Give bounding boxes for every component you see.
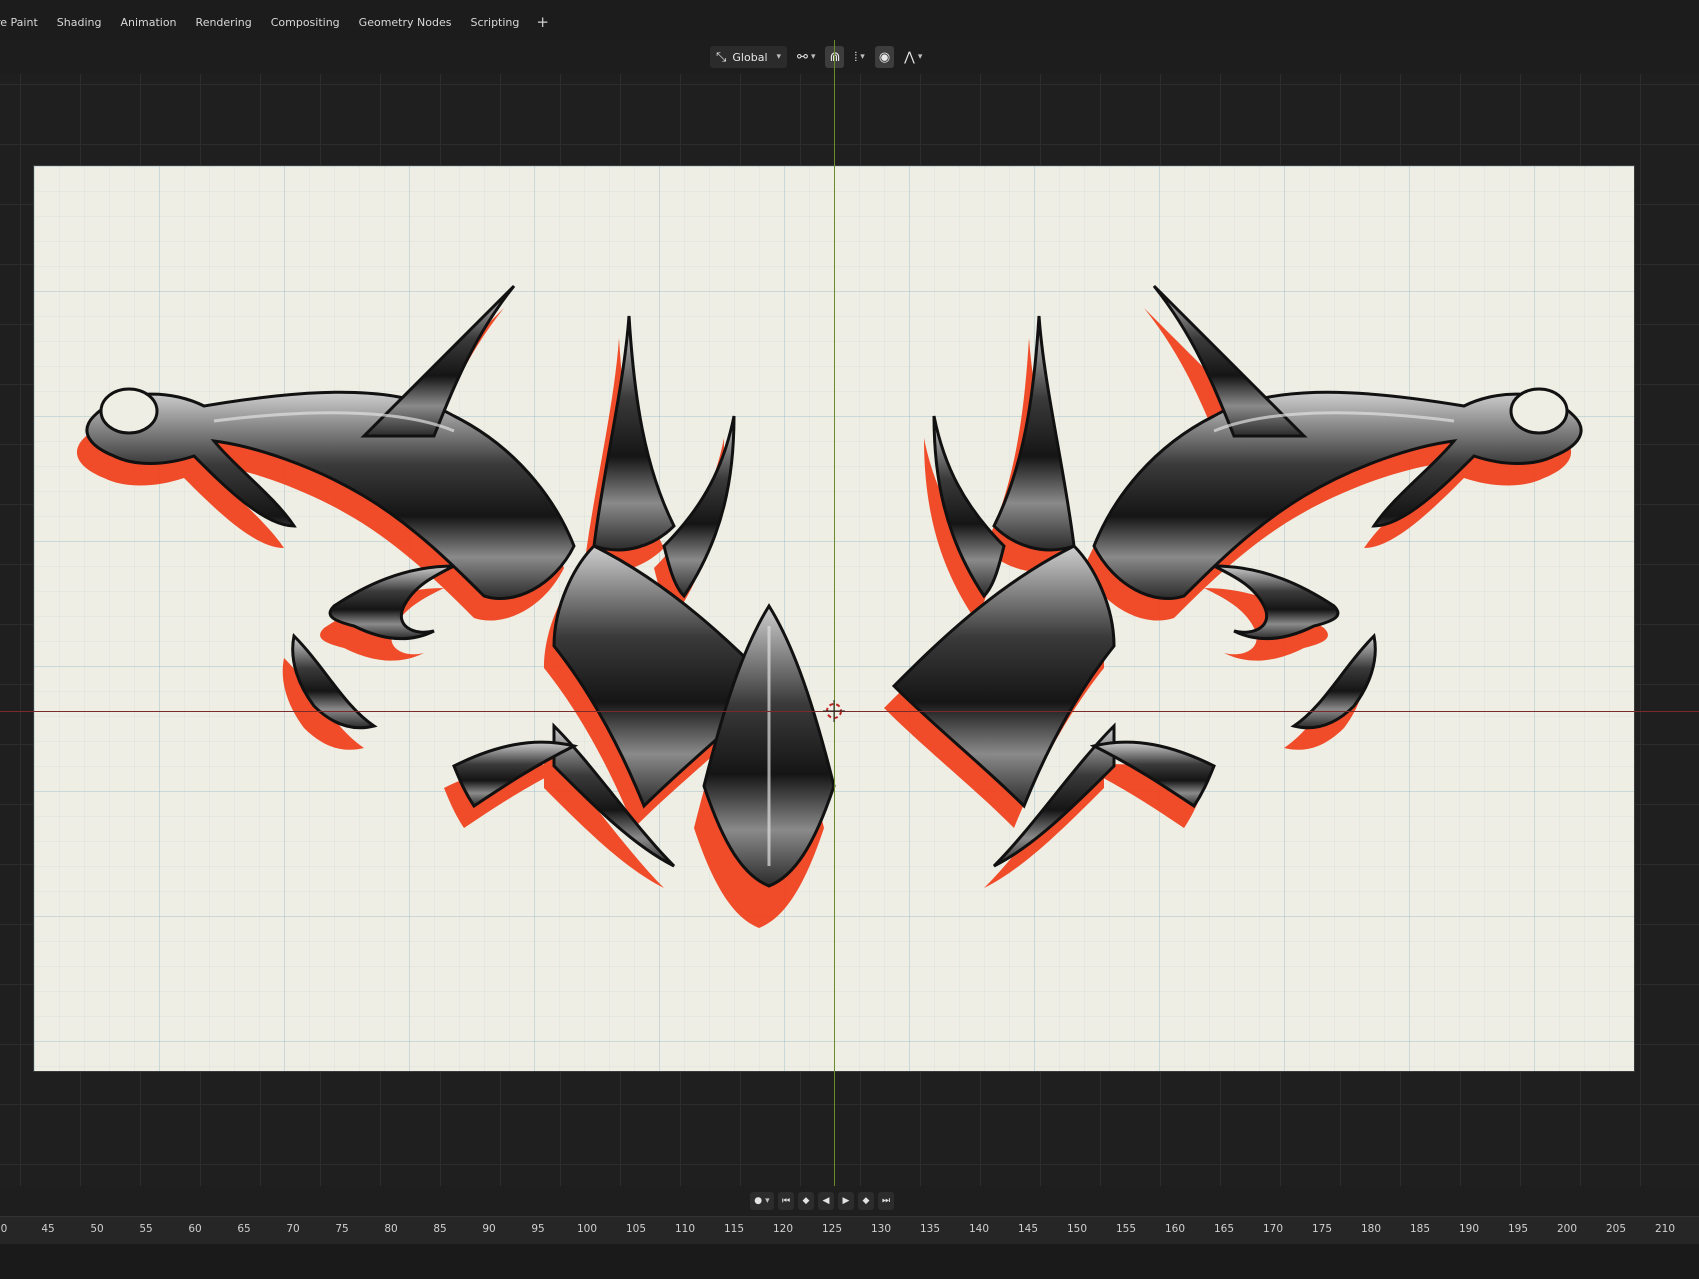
timeline-area[interactable]: [0, 1244, 1699, 1279]
chevron-down-icon: ▾: [776, 52, 782, 62]
frame-tick-label: 60: [188, 1223, 202, 1235]
workspace-tabs: re Paint Shading Animation Rendering Composi…: [0, 10, 549, 34]
proportional-edit-toggle[interactable]: ◉: [874, 46, 895, 68]
next-keyframe-icon[interactable]: ◆: [858, 1192, 874, 1210]
snap-target-dropdown[interactable]: ⦙ ▾: [850, 46, 868, 68]
frame-tick-label: 140: [968, 1223, 990, 1235]
workspace-tab[interactable]: Compositing: [271, 16, 340, 29]
transform-orientation-dropdown[interactable]: ⤡ Global ▾: [710, 46, 788, 68]
frame-tick-label: 105: [625, 1223, 647, 1235]
workspace-tab[interactable]: Geometry Nodes: [359, 16, 452, 29]
frame-tick-label: 180: [1360, 1223, 1382, 1235]
frame-tick-label: 65: [237, 1223, 251, 1235]
frame-tick-label: 155: [1115, 1223, 1137, 1235]
frame-tick-label: 75: [335, 1223, 349, 1235]
chevron-down-icon: ▾: [810, 52, 816, 62]
frame-tick-label: 175: [1311, 1223, 1333, 1235]
workspace-tab[interactable]: re Paint: [0, 16, 38, 29]
frame-tick-label: 150: [1066, 1223, 1088, 1235]
frame-tick-label: 90: [482, 1223, 496, 1235]
chevron-down-icon: ▾: [860, 52, 865, 62]
link-pivot-icon: ⚯: [797, 49, 808, 65]
frame-tick-label: 200: [1556, 1223, 1578, 1235]
playback-controls: ● ▾ ⏮ ◆ ◀ ▶ ◆ ⏭: [750, 1190, 894, 1212]
frame-tick-label: 125: [821, 1223, 843, 1235]
frame-tick-label: 130: [870, 1223, 892, 1235]
playback-bar: ● ▾ ⏮ ◆ ◀ ▶ ◆ ⏭: [0, 1186, 1699, 1216]
frame-tick-label: 85: [433, 1223, 447, 1235]
falloff-dropdown[interactable]: ⋀ ▾: [900, 46, 926, 68]
falloff-curve-icon: ⋀: [904, 49, 915, 65]
viewport-header: ⤡ Global ▾ ⚯ ▾ ⋒ ⦙ ▾ ◉ ⋀ ▾: [0, 40, 1699, 74]
frame-tick-label: 100: [576, 1223, 598, 1235]
record-icon[interactable]: ● ▾: [750, 1192, 774, 1210]
snap-increment-icon: ⦙: [854, 49, 858, 65]
transform-orientation-icon: ⤡: [716, 49, 727, 65]
frame-tick-label: 55: [139, 1223, 153, 1235]
orientation-label: Global: [732, 50, 768, 64]
frame-tick-label: 135: [919, 1223, 941, 1235]
x-axis-line: [0, 711, 1699, 712]
frame-tick-label: 185: [1409, 1223, 1431, 1235]
workspace-tab[interactable]: Rendering: [196, 16, 252, 29]
frame-tick-label: 205: [1605, 1223, 1627, 1235]
frame-tick-label: 80: [384, 1223, 398, 1235]
play-reverse-icon[interactable]: ◀: [818, 1192, 834, 1210]
3d-cursor-icon[interactable]: [823, 700, 845, 722]
proportional-edit-icon: ◉: [878, 49, 891, 65]
frame-tick-label: 0: [0, 1223, 8, 1235]
frame-tick-label: 210: [1654, 1223, 1676, 1235]
frame-ruler[interactable]: 0 45 50 55 60 65 70 75 80 85 90 95 100 105 110 115 120 12…: [0, 1216, 1699, 1245]
frame-tick-label: 45: [41, 1223, 55, 1235]
frame-tick-label: 160: [1164, 1223, 1186, 1235]
jump-end-icon[interactable]: ⏭: [878, 1192, 894, 1210]
jump-start-icon[interactable]: ⏮: [778, 1192, 794, 1210]
workspace-tab[interactable]: Shading: [57, 16, 102, 29]
workspace-tab-bar: re Paint Shading Animation Rendering Composi…: [0, 0, 1699, 41]
frame-tick-label: 70: [286, 1223, 300, 1235]
add-workspace-button[interactable]: +: [536, 13, 549, 31]
frame-tick-label: 145: [1017, 1223, 1039, 1235]
frame-tick-label: 165: [1213, 1223, 1235, 1235]
workspace-tab[interactable]: Scripting: [470, 16, 519, 29]
frame-tick-label: 115: [723, 1223, 745, 1235]
workspace-tab[interactable]: Animation: [120, 16, 176, 29]
frame-tick-label: 120: [772, 1223, 794, 1235]
frame-tick-label: 170: [1262, 1223, 1284, 1235]
pivot-point-dropdown[interactable]: ⚯ ▾: [793, 46, 819, 68]
frame-tick-label: 50: [90, 1223, 104, 1235]
chevron-down-icon: ▾: [917, 52, 923, 62]
frame-tick-label: 110: [674, 1223, 696, 1235]
header-tools: ⤡ Global ▾ ⚯ ▾ ⋒ ⦙ ▾ ◉ ⋀ ▾: [710, 45, 926, 69]
frame-tick-label: 190: [1458, 1223, 1480, 1235]
play-icon[interactable]: ▶: [838, 1192, 854, 1210]
frame-tick-label: 95: [531, 1223, 545, 1235]
y-axis-line: [834, 40, 835, 1186]
frame-tick-label: 195: [1507, 1223, 1529, 1235]
prev-keyframe-icon[interactable]: ◆: [798, 1192, 814, 1210]
